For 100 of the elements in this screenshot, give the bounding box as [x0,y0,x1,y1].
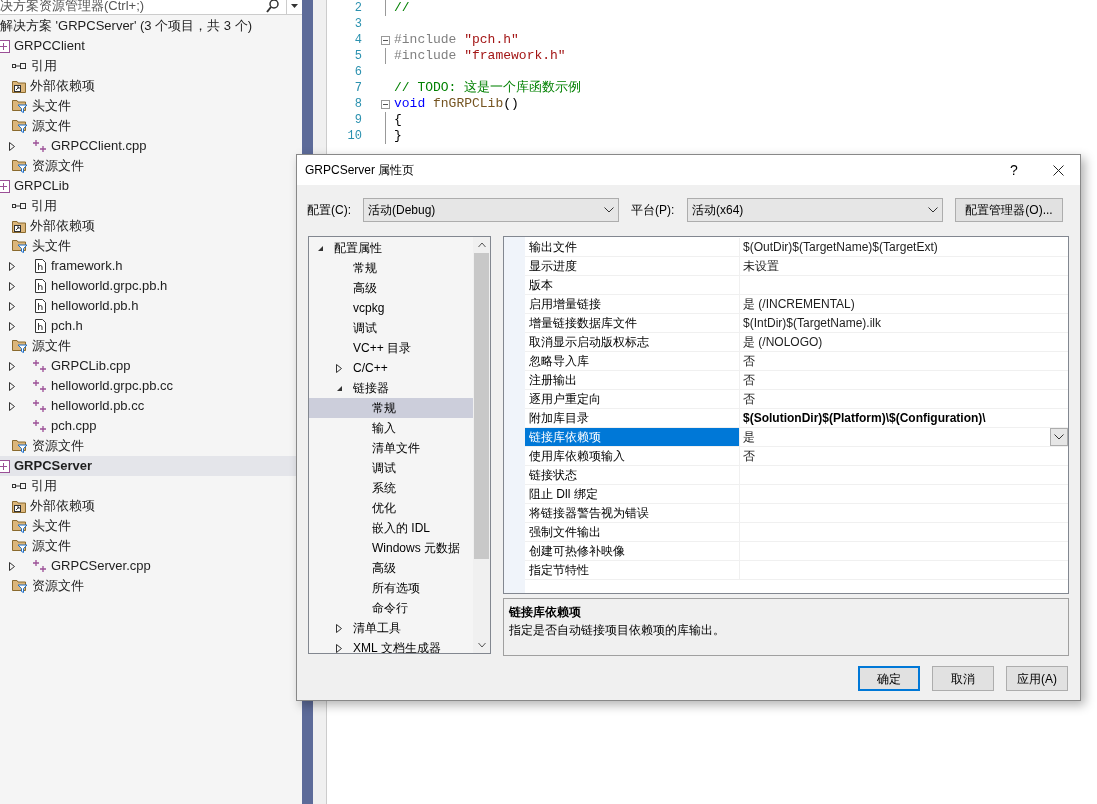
tree-item[interactable]: 清单文件 [309,438,473,458]
property-value[interactable]: 否 [743,371,755,389]
property-name[interactable]: 取消显示启动版权标志 [525,333,740,351]
property-name[interactable]: 创建可热修补映像 [525,542,740,560]
collapse-icon[interactable] [381,99,390,109]
property-name[interactable]: 显示进度 [525,257,740,275]
file-item[interactable]: pch.cpp [0,416,302,436]
help-button[interactable]: ? [992,155,1036,185]
collapsed-arrow-icon[interactable] [9,141,15,151]
folder-item[interactable]: 头文件 [0,96,302,116]
property-value[interactable]: 是 (/NOLOGO) [743,333,823,351]
folder-item[interactable]: 外部依赖项 [0,76,302,96]
property-value[interactable]: 否 [743,390,755,408]
tree-item[interactable]: vcpkg [309,298,473,318]
collapsed-arrow-icon[interactable] [336,363,342,373]
scroll-thumb[interactable] [474,253,489,559]
solution-item[interactable]: 解决方案 'GRPCServer' (3 个项目，共 3 个) [0,16,302,36]
search-icon[interactable] [266,0,280,13]
tree-item[interactable]: 常规 [309,398,473,418]
property-name[interactable]: 忽略导入库 [525,352,740,370]
collapsed-arrow-icon[interactable] [9,301,15,311]
tree-item[interactable]: 系统 [309,478,473,498]
tree-item[interactable]: 高级 [309,558,473,578]
folder-item[interactable]: 外部依赖项 [0,496,302,516]
property-value[interactable]: 是 (/INCREMENTAL) [743,295,855,313]
scrollbar[interactable] [473,237,490,653]
property-value[interactable]: 否 [743,447,755,465]
collapsed-arrow-icon[interactable] [9,361,15,371]
collapsed-arrow-icon[interactable] [336,623,342,633]
tree-item[interactable]: 输入 [309,418,473,438]
folder-item[interactable]: 资源文件 [0,436,302,456]
dialog-button[interactable]: 应用(A) [1006,666,1068,691]
config-select[interactable]: 活动(Debug) [363,198,619,222]
property-value[interactable]: $(IntDir)$(TargetName).ilk [743,314,882,332]
tree-item[interactable]: 高级 [309,278,473,298]
file-item[interactable]: helloworld.pb.cc [0,396,302,416]
property-name[interactable]: 输出文件 [525,238,740,256]
folder-item[interactable]: 资源文件 [0,576,302,596]
expanded-arrow-icon[interactable] [336,384,343,392]
property-name[interactable]: 使用库依赖项输入 [525,447,740,465]
file-item[interactable]: pch.h [0,316,302,336]
property-name[interactable]: 阻止 Dll 绑定 [525,485,740,503]
folder-item[interactable]: 引用 [0,476,302,496]
project-item[interactable]: GRPCClient [0,36,302,56]
property-value[interactable]: $(OutDir)$(TargetName)$(TargetExt) [743,238,938,256]
folder-item[interactable]: 引用 [0,196,302,216]
property-value[interactable]: 未设置 [743,257,779,275]
collapsed-arrow-icon[interactable] [9,401,15,411]
property-name[interactable]: 注册输出 [525,371,740,389]
property-name[interactable]: 逐用户重定向 [525,390,740,408]
property-value[interactable]: $(SolutionDir)$(Platform)\$(Configuration)\ [743,409,986,427]
property-name[interactable]: 增量链接数据库文件 [525,314,740,332]
file-item[interactable]: GRPCLib.cpp [0,356,302,376]
folder-item[interactable]: 引用 [0,56,302,76]
collapsed-arrow-icon[interactable] [9,561,15,571]
tree-item[interactable]: 链接器 [309,378,473,398]
tree-item[interactable]: 清单工具 [309,618,473,638]
tree-item[interactable]: 常规 [309,258,473,278]
platform-select[interactable]: 活动(x64) [687,198,943,222]
expanded-arrow-icon[interactable] [317,244,324,252]
collapsed-arrow-icon[interactable] [9,261,15,271]
collapsed-arrow-icon[interactable] [9,281,15,291]
dropdown-caret-icon[interactable] [291,4,298,8]
property-name[interactable]: 链接库依赖项 [525,428,740,446]
tree-item[interactable]: Windows 元数据 [309,538,473,558]
file-item[interactable]: framework.h [0,256,302,276]
collapsed-arrow-icon[interactable] [9,381,15,391]
collapse-icon[interactable] [381,35,390,45]
value-dropdown-button[interactable] [1050,428,1068,446]
tree-item[interactable]: 配置属性 [309,238,473,258]
dialog-button[interactable]: 确定 [858,666,920,691]
property-name[interactable]: 版本 [525,276,740,294]
tree-item[interactable]: 命令行 [309,598,473,618]
folder-item[interactable]: 头文件 [0,516,302,536]
property-name[interactable]: 启用增量链接 [525,295,740,313]
tree-item[interactable]: 调试 [309,318,473,338]
folder-item[interactable]: 源文件 [0,336,302,356]
property-name[interactable]: 链接状态 [525,466,740,484]
config-manager-button[interactable]: 配置管理器(O)... [955,198,1063,222]
tree-item[interactable]: 嵌入的 IDL [309,518,473,538]
property-value[interactable]: 否 [743,352,755,370]
file-item[interactable]: helloworld.grpc.pb.h [0,276,302,296]
property-name[interactable]: 附加库目录 [525,409,740,427]
folder-item[interactable]: 源文件 [0,536,302,556]
dialog-button[interactable]: 取消 [932,666,994,691]
folder-item[interactable]: 资源文件 [0,156,302,176]
folder-item[interactable]: 源文件 [0,116,302,136]
file-item[interactable]: helloworld.pb.h [0,296,302,316]
tree-item[interactable]: XML 文档生成器 [309,638,473,653]
property-value[interactable]: 是 [743,428,755,446]
tree-item[interactable]: 优化 [309,498,473,518]
property-name[interactable]: 将链接器警告视为错误 [525,504,740,522]
tree-item[interactable]: C/C++ [309,358,473,378]
project-item[interactable]: GRPCLib [0,176,302,196]
collapsed-arrow-icon[interactable] [9,321,15,331]
property-name[interactable]: 指定节特性 [525,561,740,579]
tree-item[interactable]: 调试 [309,458,473,478]
tree-item[interactable]: VC++ 目录 [309,338,473,358]
property-name[interactable]: 强制文件输出 [525,523,740,541]
collapsed-arrow-icon[interactable] [336,643,342,653]
